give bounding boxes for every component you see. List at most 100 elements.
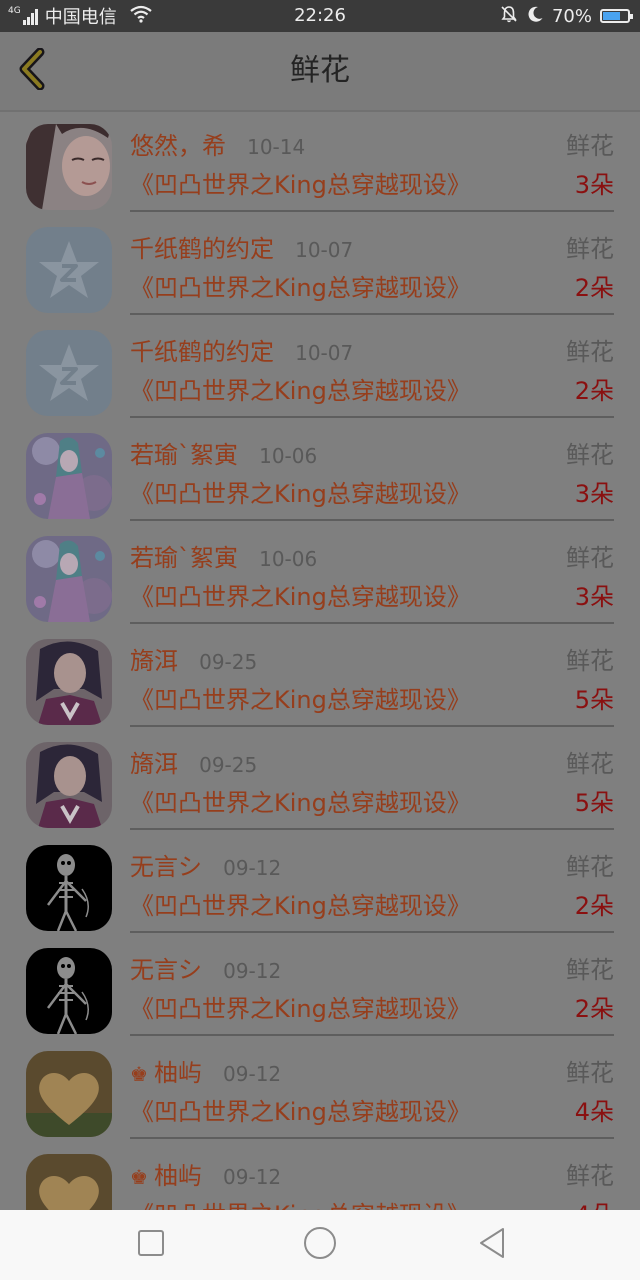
gift-date: 09-12	[223, 856, 282, 880]
list-item[interactable]: 无言シ 09-12 鲜花 《凹凸世界之King总穿越现设》 2朵	[0, 934, 640, 1037]
gift-date: 10-14	[247, 135, 306, 159]
avatar[interactable]	[26, 742, 112, 828]
name-line: 旖洱 09-25	[130, 645, 257, 677]
row-info: 无言シ 09-12 鲜花 《凹凸世界之King总穿越现设》 2朵	[130, 831, 614, 933]
gift-type: 鲜花	[566, 1059, 614, 1087]
list-item[interactable]: 若瑜`絮寅 10-06 鲜花 《凹凸世界之King总穿越现设》 3朵	[0, 419, 640, 522]
book-title[interactable]: 《凹凸世界之King总穿越现设》	[130, 477, 471, 511]
gift-type: 鲜花	[566, 956, 614, 984]
battery-percent: 70%	[551, 5, 592, 27]
avatar[interactable]	[26, 948, 112, 1034]
row-info: 悠然，希 10-14 鲜花 《凹凸世界之King总穿越现设》 3朵	[130, 110, 614, 212]
sender-name[interactable]: 旖洱	[130, 647, 178, 675]
book-title[interactable]: 《凹凸世界之King总穿越现设》	[130, 168, 471, 202]
skeleton-avatar	[26, 845, 112, 931]
flower-list: 悠然，希 10-14 鲜花 《凹凸世界之King总穿越现设》 3朵 千纸鹤的约定…	[0, 110, 640, 1210]
list-item[interactable]: 旖洱 09-25 鲜花 《凹凸世界之King总穿越现设》 5朵	[0, 625, 640, 728]
avatar[interactable]	[26, 124, 112, 210]
gift-date: 10-06	[259, 547, 318, 571]
gift-date: 09-12	[223, 1165, 282, 1189]
gift-date: 09-25	[199, 650, 258, 674]
avatar[interactable]	[26, 639, 112, 725]
list-item[interactable]: 旖洱 09-25 鲜花 《凹凸世界之King总穿越现设》 5朵	[0, 728, 640, 831]
gift-type: 鲜花	[566, 338, 614, 366]
sender-name[interactable]: 无言シ	[130, 956, 202, 984]
home-button[interactable]	[302, 1227, 338, 1263]
gift-type: 鲜花	[566, 853, 614, 881]
flower-count: 2朵	[574, 995, 614, 1023]
vip-crown-icon: ♚	[130, 1165, 148, 1189]
book-title[interactable]: 《凹凸世界之King总穿越现设》	[130, 992, 471, 1026]
back-triangle-icon	[477, 1227, 507, 1263]
list-item[interactable]: 悠然，希 10-14 鲜花 《凹凸世界之King总穿越现设》 3朵	[0, 110, 640, 213]
row-info: ♚柚屿 09-12 鲜花 《凹凸世界之King总穿越现设》 4朵	[130, 1037, 614, 1139]
list-item[interactable]: ♚柚屿 09-12 鲜花 《凹凸世界之King总穿越现设》 4朵	[0, 1140, 640, 1210]
avatar[interactable]	[26, 1154, 112, 1210]
book-title[interactable]: 《凹凸世界之King总穿越现设》	[130, 889, 471, 923]
row-info: 若瑜`絮寅 10-06 鲜花 《凹凸世界之King总穿越现设》 3朵	[130, 419, 614, 521]
book-title[interactable]: 《凹凸世界之King总穿越现设》	[130, 580, 471, 614]
gift-type: 鲜花	[566, 1162, 614, 1190]
list-item[interactable]: 若瑜`絮寅 10-06 鲜花 《凹凸世界之King总穿越现设》 3朵	[0, 522, 640, 625]
back-nav-button[interactable]	[474, 1227, 510, 1263]
heart-avatar	[26, 1051, 112, 1137]
status-bar: 4G 中国电信 22:26 70%	[0, 0, 640, 32]
avatar[interactable]	[26, 1051, 112, 1137]
row-info: 旖洱 09-25 鲜花 《凹凸世界之King总穿越现设》 5朵	[130, 728, 614, 830]
sender-name[interactable]: 柚屿	[154, 1162, 202, 1190]
row-info: 千纸鹤的约定 10-07 鲜花 《凹凸世界之King总穿越现设》 2朵	[130, 316, 614, 418]
sender-name[interactable]: 无言シ	[130, 853, 202, 881]
book-title[interactable]: 《凹凸世界之King总穿越现设》	[130, 1198, 471, 1210]
flower-count: 2朵	[574, 892, 614, 920]
avatar[interactable]	[26, 330, 112, 416]
name-line: 无言シ 09-12	[130, 851, 281, 883]
name-line: 若瑜`絮寅 10-06	[130, 542, 317, 574]
flower-count: 4朵	[575, 1198, 614, 1210]
moon-icon	[526, 5, 544, 28]
gift-type: 鲜花	[566, 750, 614, 778]
gift-type: 鲜花	[566, 441, 614, 469]
sender-name[interactable]: 悠然，希	[130, 132, 226, 160]
row-info: 千纸鹤的约定 10-07 鲜花 《凹凸世界之King总穿越现设》 2朵	[130, 213, 614, 315]
avatar[interactable]	[26, 845, 112, 931]
gift-date: 09-12	[223, 1062, 282, 1086]
gift-date: 10-06	[259, 444, 318, 468]
book-title[interactable]: 《凹凸世界之King总穿越现设》	[130, 786, 471, 820]
sender-name[interactable]: 千纸鹤的约定	[130, 338, 274, 366]
row-info: 无言シ 09-12 鲜花 《凹凸世界之King总穿越现设》 2朵	[130, 934, 614, 1036]
row-info: 旖洱 09-25 鲜花 《凹凸世界之King总穿越现设》 5朵	[130, 625, 614, 727]
flower-count: 2朵	[574, 274, 614, 302]
gift-type: 鲜花	[566, 235, 614, 263]
recent-apps-button[interactable]	[133, 1227, 169, 1263]
name-line: 若瑜`絮寅 10-06	[130, 439, 317, 471]
flower-count: 4朵	[574, 1098, 614, 1126]
avatar[interactable]	[26, 433, 112, 519]
sender-name[interactable]: 柚屿	[154, 1059, 202, 1087]
mute-bell-icon	[500, 5, 518, 28]
avatar[interactable]	[26, 227, 112, 313]
default-star-avatar	[26, 227, 112, 313]
list-item[interactable]: ♚柚屿 09-12 鲜花 《凹凸世界之King总穿越现设》 4朵	[0, 1037, 640, 1140]
sender-name[interactable]: 若瑜`絮寅	[130, 544, 238, 572]
name-line: 千纸鹤的约定 10-07	[130, 336, 353, 368]
book-title[interactable]: 《凹凸世界之King总穿越现设》	[130, 374, 471, 408]
list-item[interactable]: 千纸鹤的约定 10-07 鲜花 《凹凸世界之King总穿越现设》 2朵	[0, 316, 640, 419]
list-item[interactable]: 千纸鹤的约定 10-07 鲜花 《凹凸世界之King总穿越现设》 2朵	[0, 213, 640, 316]
book-title[interactable]: 《凹凸世界之King总穿越现设》	[130, 683, 471, 717]
default-star-avatar	[26, 330, 112, 416]
system-nav-bar	[0, 1210, 640, 1280]
avatar[interactable]	[26, 536, 112, 622]
flower-count: 3朵	[574, 480, 614, 508]
sender-name[interactable]: 若瑜`絮寅	[130, 441, 238, 469]
sender-name[interactable]: 千纸鹤的约定	[130, 235, 274, 263]
vip-crown-icon: ♚	[130, 1062, 148, 1086]
list-item[interactable]: 无言シ 09-12 鲜花 《凹凸世界之King总穿越现设》 2朵	[0, 831, 640, 934]
sender-name[interactable]: 旖洱	[130, 750, 178, 778]
skeleton-avatar	[26, 948, 112, 1034]
book-title[interactable]: 《凹凸世界之King总穿越现设》	[130, 271, 471, 305]
book-title[interactable]: 《凹凸世界之King总穿越现设》	[130, 1095, 471, 1129]
name-line: ♚ 柚屿 09-12	[130, 1160, 281, 1192]
name-line: 无言シ 09-12	[130, 954, 281, 986]
purple-hair-girl-avatar	[26, 742, 112, 828]
battery-icon	[600, 9, 633, 23]
